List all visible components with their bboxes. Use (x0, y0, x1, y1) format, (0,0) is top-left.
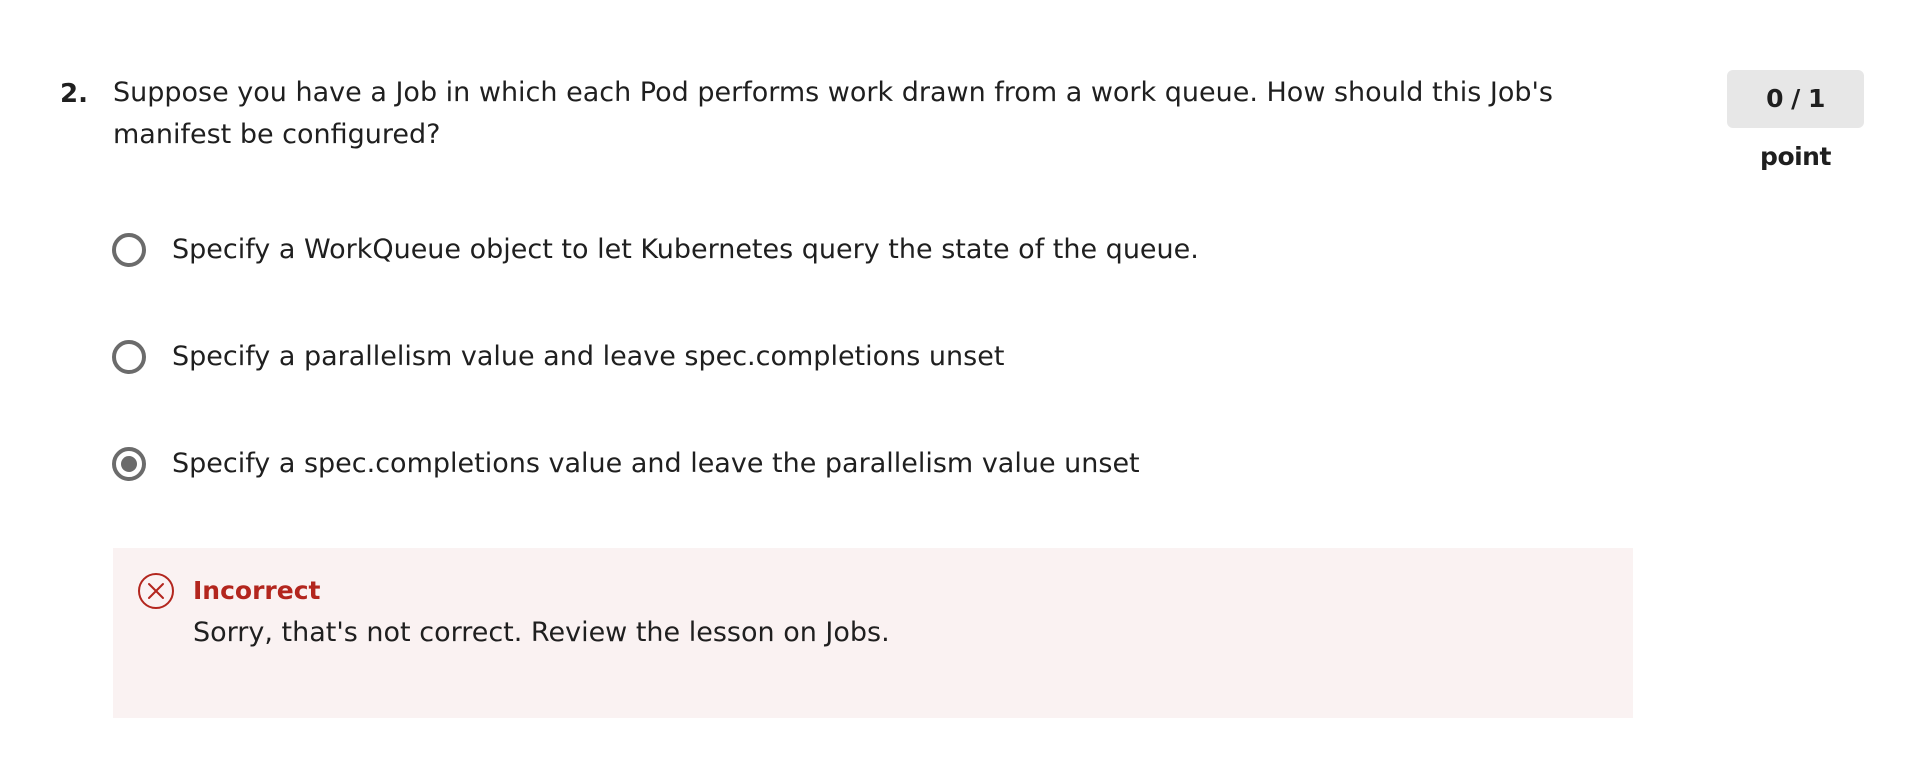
answer-option-label: Specify a WorkQueue object to let Kubern… (172, 234, 1199, 265)
feedback-panel: Incorrect Sorry, that's not correct. Rev… (113, 548, 1633, 718)
feedback-status: Incorrect (193, 576, 321, 605)
question-number: 2. (60, 79, 88, 109)
answer-option-label: Specify a spec.completions value and lea… (172, 448, 1140, 479)
radio-button[interactable] (112, 340, 146, 374)
points-badge: 0 / 1 point (1727, 70, 1864, 171)
x-circle-icon (138, 573, 174, 609)
feedback-message: Sorry, that's not correct. Review the le… (193, 617, 890, 648)
answer-option-label: Specify a parallelism value and leave sp… (172, 341, 1005, 372)
radio-button[interactable] (112, 233, 146, 267)
question-text: Suppose you have a Job in which each Pod… (113, 77, 1553, 150)
radio-button-selected[interactable] (112, 447, 146, 481)
